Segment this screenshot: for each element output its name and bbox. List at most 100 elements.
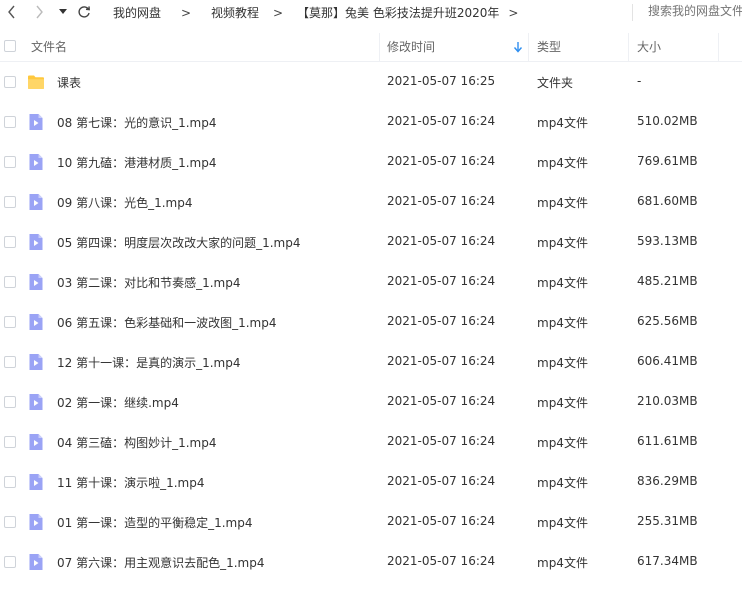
search-input[interactable] xyxy=(648,4,742,18)
refresh-button[interactable] xyxy=(76,3,92,21)
row-checkbox[interactable] xyxy=(4,476,16,488)
video-file-icon xyxy=(29,474,43,490)
file-row[interactable]: 02 第一课：继续.mp4 2021-05-07 16:24 mp4文件 210.03… xyxy=(0,382,742,422)
file-modified-time: 2021-05-07 16:24 xyxy=(387,434,496,448)
file-row[interactable]: 03 第二课：对比和节奏感_1.mp4 2021-05-07 16:24 mp4文件… xyxy=(0,262,742,302)
file-name[interactable]: 10 第九磕：港港材质_1.mp4 xyxy=(57,154,216,171)
file-modified-time: 2021-05-07 16:24 xyxy=(387,394,496,408)
row-checkbox[interactable] xyxy=(4,516,16,528)
divider xyxy=(632,4,633,21)
file-name[interactable]: 11 第十课：演示啦_1.mp4 xyxy=(57,474,204,491)
file-size: 606.41MB xyxy=(637,354,698,368)
row-checkbox[interactable] xyxy=(4,556,16,568)
file-type: mp4文件 xyxy=(537,396,588,410)
file-size: - xyxy=(637,74,642,88)
file-name[interactable]: 03 第二课：对比和节奏感_1.mp4 xyxy=(57,274,240,291)
file-row[interactable]: 12 第十一课：是真的演示_1.mp4 2021-05-07 16:24 mp4文件… xyxy=(0,342,742,382)
file-type: mp4文件 xyxy=(537,196,588,210)
file-row[interactable]: 05 第四课：明度层次改改大家的问题_1.mp4 2021-05-07 16:24… xyxy=(0,222,742,262)
sort-descending-icon[interactable] xyxy=(512,40,524,54)
select-all-checkbox[interactable] xyxy=(4,40,16,52)
file-row[interactable]: 06 第五课：色彩基础和一波改图_1.mp4 2021-05-07 16:24 mp… xyxy=(0,302,742,342)
file-name[interactable]: 课表 xyxy=(57,74,81,91)
file-size: 836.29MB xyxy=(637,474,698,488)
file-modified-time: 2021-05-07 16:24 xyxy=(387,274,496,288)
breadcrumb-item[interactable]: 【莫那】兔美 色彩技法提升班2020年 xyxy=(297,4,499,21)
file-type: mp4文件 xyxy=(537,476,588,490)
file-name[interactable]: 05 第四课：明度层次改改大家的问题_1.mp4 xyxy=(57,234,300,251)
file-modified-time: 2021-05-07 16:24 xyxy=(387,154,496,168)
file-name[interactable]: 08 第七课：光的意识_1.mp4 xyxy=(57,114,216,131)
file-size: 593.13MB xyxy=(637,234,698,248)
file-name[interactable]: 09 第八课：光色_1.mp4 xyxy=(57,194,192,211)
caret-down-icon xyxy=(59,9,67,14)
file-row[interactable]: 10 第九磕：港港材质_1.mp4 2021-05-07 16:24 mp4文件 76… xyxy=(0,142,742,182)
file-name[interactable]: 02 第一课：继续.mp4 xyxy=(57,394,179,411)
back-button[interactable] xyxy=(4,3,18,21)
file-name[interactable]: 01 第一课：造型的平衡稳定_1.mp4 xyxy=(57,514,252,531)
file-name[interactable]: 04 第三磕：构图妙计_1.mp4 xyxy=(57,434,216,451)
column-divider xyxy=(379,33,380,61)
file-row[interactable]: 11 第十课：演示啦_1.mp4 2021-05-07 16:24 mp4文件 836… xyxy=(0,462,742,502)
file-modified-time: 2021-05-07 16:24 xyxy=(387,354,496,368)
file-modified-time: 2021-05-07 16:24 xyxy=(387,474,496,488)
file-name[interactable]: 12 第十一课：是真的演示_1.mp4 xyxy=(57,354,240,371)
file-type: mp4文件 xyxy=(537,316,588,330)
video-file-icon xyxy=(29,234,43,250)
file-modified-time: 2021-05-07 16:24 xyxy=(387,194,496,208)
row-checkbox[interactable] xyxy=(4,156,16,168)
column-name-header[interactable]: 文件名 xyxy=(31,31,67,61)
file-size: 625.56MB xyxy=(637,314,698,328)
row-checkbox[interactable] xyxy=(4,236,16,248)
file-name[interactable]: 06 第五课：色彩基础和一波改图_1.mp4 xyxy=(57,314,276,331)
video-file-icon xyxy=(29,354,43,370)
row-checkbox[interactable] xyxy=(4,396,16,408)
column-divider xyxy=(718,33,719,61)
row-checkbox[interactable] xyxy=(4,436,16,448)
breadcrumb: 我的网盘 > 视频教程 > 【莫那】兔美 色彩技法提升班2020年 > xyxy=(113,4,527,21)
column-type-header[interactable]: 类型 xyxy=(537,31,561,61)
file-type: mp4文件 xyxy=(537,236,588,250)
row-checkbox[interactable] xyxy=(4,276,16,288)
breadcrumb-item[interactable]: 视频教程 xyxy=(211,4,259,21)
video-file-icon xyxy=(29,314,43,330)
row-checkbox[interactable] xyxy=(4,356,16,368)
file-modified-time: 2021-05-07 16:24 xyxy=(387,514,496,528)
video-file-icon xyxy=(29,434,43,450)
column-header: 文件名 修改时间 类型 大小 xyxy=(0,31,742,62)
row-checkbox[interactable] xyxy=(4,196,16,208)
file-modified-time: 2021-05-07 16:24 xyxy=(387,314,496,328)
row-checkbox[interactable] xyxy=(4,116,16,128)
refresh-icon xyxy=(78,6,90,18)
breadcrumb-separator: > xyxy=(180,5,192,20)
file-row[interactable]: 08 第七课：光的意识_1.mp4 2021-05-07 16:24 mp4文件 51… xyxy=(0,102,742,142)
video-file-icon xyxy=(29,154,43,170)
file-type: mp4文件 xyxy=(537,436,588,450)
column-modified-header[interactable]: 修改时间 xyxy=(387,31,435,61)
row-checkbox[interactable] xyxy=(4,316,16,328)
file-row[interactable]: 04 第三磕：构图妙计_1.mp4 2021-05-07 16:24 mp4文件 61… xyxy=(0,422,742,462)
file-row[interactable]: 07 第六课：用主观意识去配色_1.mp4 2021-05-07 16:24 mp4… xyxy=(0,542,742,582)
file-modified-time: 2021-05-07 16:24 xyxy=(387,554,496,568)
file-type: 文件夹 xyxy=(537,76,574,90)
file-row[interactable]: 01 第一课：造型的平衡稳定_1.mp4 2021-05-07 16:24 mp4文… xyxy=(0,502,742,542)
file-row[interactable]: 09 第八课：光色_1.mp4 2021-05-07 16:24 mp4文件 681.… xyxy=(0,182,742,222)
file-size: 510.02MB xyxy=(637,114,698,128)
column-size-header[interactable]: 大小 xyxy=(637,31,661,61)
video-file-icon xyxy=(29,274,43,290)
breadcrumb-separator: > xyxy=(273,5,284,20)
file-size: 255.31MB xyxy=(637,514,698,528)
history-dropdown-button[interactable] xyxy=(58,3,68,21)
file-size: 611.61MB xyxy=(637,434,698,448)
file-type: mp4文件 xyxy=(537,116,588,130)
row-checkbox[interactable] xyxy=(4,76,16,88)
video-file-icon xyxy=(29,194,43,210)
file-type: mp4文件 xyxy=(537,516,588,530)
file-name[interactable]: 07 第六课：用主观意识去配色_1.mp4 xyxy=(57,554,264,571)
file-row[interactable]: 课表 2021-05-07 16:25 文件夹 - xyxy=(0,62,742,102)
forward-button[interactable] xyxy=(32,3,46,21)
file-type: mp4文件 xyxy=(537,556,588,570)
breadcrumb-item[interactable]: 我的网盘 xyxy=(113,4,161,21)
video-file-icon xyxy=(29,554,43,570)
file-type: mp4文件 xyxy=(537,156,588,170)
